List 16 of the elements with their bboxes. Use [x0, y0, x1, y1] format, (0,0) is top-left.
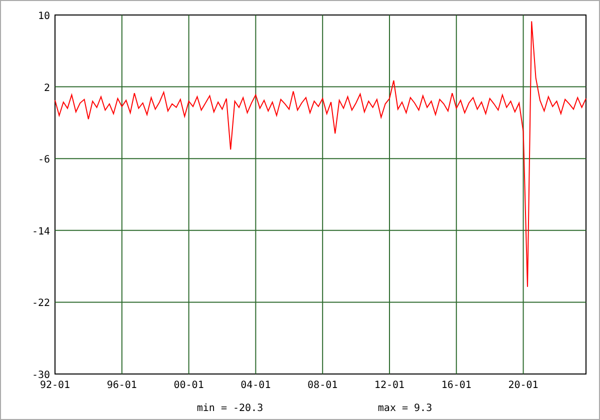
y-axis-label: -30	[32, 370, 50, 381]
x-axis-label: 04-01	[240, 380, 271, 391]
x-axis-label: 12-01	[374, 380, 405, 391]
x-axis-label: 16-01	[441, 380, 472, 391]
y-axis-label: 2	[44, 82, 50, 94]
x-axis-label: 00-01	[174, 380, 204, 391]
x-axis-label: 20-01	[508, 380, 538, 391]
y-axis-label: -14	[32, 226, 50, 238]
x-axis-label: 08-01	[308, 380, 338, 391]
y-axis-label: 10	[38, 11, 50, 22]
x-axis-label: 96-01	[106, 380, 137, 391]
y-axis-label: -6	[38, 154, 50, 166]
min-value: min = -20.3	[196, 403, 264, 414]
max-value: max = 9.3	[378, 403, 432, 414]
x-axis-label: 92-01	[40, 380, 70, 391]
y-axis-label: -22	[32, 298, 50, 310]
